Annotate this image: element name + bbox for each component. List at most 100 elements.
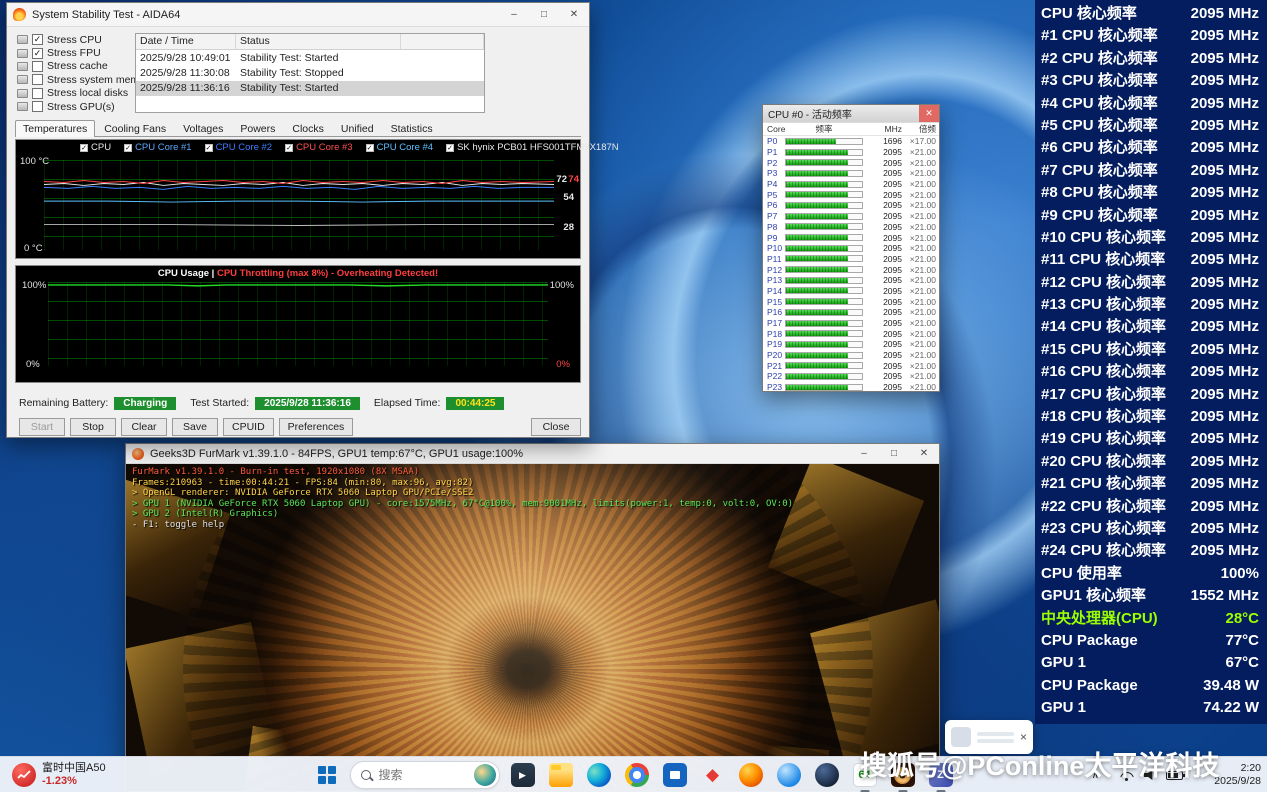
frequency-bar <box>785 138 863 145</box>
sensor-row: #13 CPU 核心频率 2095 MHz <box>1035 294 1267 316</box>
sensor-label: #13 CPU 核心频率 <box>1041 294 1166 316</box>
frequency-bar <box>785 320 863 327</box>
stock-app-icon[interactable]: ◆ <box>698 760 728 790</box>
legend-label: SK hynix PCB01 HFS001TFM9X187N <box>457 142 619 153</box>
cpu-window-titlebar[interactable]: CPU #0 - 活动频率 ✕ <box>763 105 939 123</box>
minimize-icon[interactable]: – <box>499 3 529 26</box>
stress-option[interactable]: Stress GPU(s) <box>17 100 135 113</box>
stress-checkbox[interactable] <box>32 61 43 72</box>
stress-option[interactable]: Stress CPU <box>17 33 135 46</box>
close-icon[interactable]: × <box>1020 730 1027 744</box>
sensor-row: #24 CPU 核心频率 2095 MHz <box>1035 540 1267 562</box>
stock-widget-icon <box>12 763 36 787</box>
osd-line: > OpenGL renderer: NVIDIA GeForce RTX 50… <box>132 488 793 499</box>
close-icon[interactable]: ✕ <box>909 444 939 463</box>
stock-widget[interactable]: 富时中国A50 -1.23% <box>6 757 112 792</box>
usage-graph-title: CPU Usage | CPU Throttling (max 8%) - Ov… <box>16 268 580 279</box>
stress-checkbox[interactable] <box>32 34 43 45</box>
start-button[interactable] <box>312 760 342 790</box>
legend-checkbox[interactable] <box>446 144 454 152</box>
tab[interactable]: Powers <box>232 120 283 137</box>
frequency-bar <box>785 149 863 156</box>
search-daily-image[interactable] <box>474 764 496 786</box>
core-row: P0 1696 ×17.00 <box>763 136 939 147</box>
aida64-titlebar[interactable]: System Stability Test - AIDA64 – □ ✕ <box>7 3 589 27</box>
action-button[interactable]: Stop <box>70 418 116 436</box>
file-explorer-icon[interactable] <box>546 760 576 790</box>
stress-label: Stress CPU <box>47 34 102 46</box>
sensor-value: 2095 MHz <box>1191 451 1259 473</box>
core-multiplier: ×21.00 <box>902 307 936 317</box>
core-label: P8 <box>763 222 785 232</box>
frequency-bar <box>785 223 863 230</box>
legend-checkbox[interactable] <box>285 144 293 152</box>
legend-checkbox[interactable] <box>366 144 374 152</box>
frequency-bar <box>785 181 863 188</box>
close-icon[interactable]: ✕ <box>919 105 939 122</box>
stress-option[interactable]: Stress local disks <box>17 87 135 100</box>
legend-checkbox[interactable] <box>124 144 132 152</box>
taskbar-clock[interactable]: 2:20 2025/9/28 <box>1214 757 1261 792</box>
tab[interactable]: Clocks <box>284 120 332 137</box>
stress-options-list: Stress CPU Stress FPU Stress cache <box>17 33 135 113</box>
close-button[interactable]: Close <box>531 418 581 436</box>
tab[interactable]: Cooling Fans <box>96 120 174 137</box>
stress-checkbox[interactable] <box>32 101 43 112</box>
legend-item[interactable]: CPU Core #4 <box>366 142 434 153</box>
chrome-icon[interactable] <box>622 760 652 790</box>
legend-item[interactable]: SK hynix PCB01 HFS001TFM9X187N <box>446 142 619 153</box>
media-app-icon[interactable]: ▶ <box>508 760 538 790</box>
maximize-icon[interactable]: □ <box>529 3 559 26</box>
minimize-icon[interactable]: – <box>849 444 879 463</box>
legend-checkbox[interactable] <box>205 144 213 152</box>
tab[interactable]: Unified <box>333 120 382 137</box>
action-button[interactable]: Preferences <box>279 418 354 436</box>
action-button[interactable]: CPUID <box>223 418 274 436</box>
firefox-icon[interactable] <box>736 760 766 790</box>
log-row[interactable]: 2025/9/28 10:49:01 Stability Test: Start… <box>136 50 484 65</box>
core-label: P20 <box>763 350 785 360</box>
chat-app-icon[interactable] <box>774 760 804 790</box>
log-col-extra <box>401 34 484 49</box>
store-icon[interactable] <box>660 760 690 790</box>
legend-label: CPU Core #3 <box>296 142 353 153</box>
log-row[interactable]: 2025/9/28 11:30:08 Stability Test: Stopp… <box>136 65 484 80</box>
furmark-titlebar[interactable]: Geeks3D FurMark v1.39.1.0 - 84FPS, GPU1 … <box>126 444 939 464</box>
stress-option[interactable]: Stress system memo <box>17 73 135 86</box>
close-icon[interactable]: ✕ <box>559 3 589 26</box>
core-label: P7 <box>763 211 785 221</box>
frequency-bar <box>785 384 863 391</box>
stress-option[interactable]: Stress cache <box>17 60 135 73</box>
sensor-row: #16 CPU 核心频率 2095 MHz <box>1035 361 1267 383</box>
core-label: P16 <box>763 307 785 317</box>
legend-item[interactable]: CPU Core #3 <box>285 142 353 153</box>
search-input[interactable] <box>377 767 468 783</box>
tab[interactable]: Temperatures <box>15 120 95 137</box>
log-row[interactable]: 2025/9/28 11:36:16 Stability Test: Start… <box>136 81 484 96</box>
action-button[interactable]: Start <box>19 418 65 436</box>
sensor-label: CPU Package <box>1041 630 1138 652</box>
log-col-datetime[interactable]: Date / Time <box>136 34 236 49</box>
core-label: P11 <box>763 254 785 264</box>
legend-item[interactable]: CPU Core #2 <box>205 142 273 153</box>
osd-line: FurMark v1.39.1.0 - Burn-in test, 1920x1… <box>132 467 793 478</box>
tab[interactable]: Voltages <box>175 120 231 137</box>
taskbar-search[interactable] <box>350 761 500 789</box>
stress-checkbox[interactable] <box>32 88 43 99</box>
stress-checkbox[interactable] <box>32 74 43 85</box>
legend-item[interactable]: CPU Core #1 <box>124 142 192 153</box>
stress-checkbox[interactable] <box>32 48 43 59</box>
legend-checkbox[interactable] <box>80 144 88 152</box>
stress-option[interactable]: Stress FPU <box>17 46 135 59</box>
tab[interactable]: Statistics <box>383 120 441 137</box>
sensor-label: #6 CPU 核心频率 <box>1041 137 1158 159</box>
core-mhz: 2095 <box>866 361 902 371</box>
steam-icon[interactable] <box>812 760 842 790</box>
log-col-status[interactable]: Status <box>236 34 401 49</box>
core-mhz: 2095 <box>866 371 902 381</box>
action-button[interactable]: Clear <box>121 418 167 436</box>
legend-item[interactable]: CPU <box>80 142 111 153</box>
edge-icon[interactable] <box>584 760 614 790</box>
maximize-icon[interactable]: □ <box>879 444 909 463</box>
action-button[interactable]: Save <box>172 418 218 436</box>
